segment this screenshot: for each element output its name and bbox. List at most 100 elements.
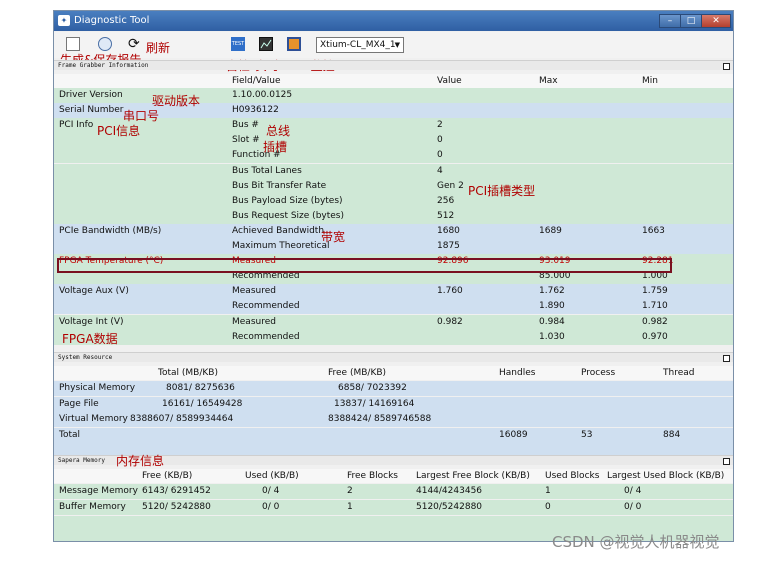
annotation-refresh: 刷新 [146,41,171,55]
system-resource-header-row: Total (MB/KB) Free (MB/KB) Handles Proce… [54,366,733,380]
row-field: Bus Request Size (bytes) [232,210,344,221]
annotation-slot: 插槽 [263,140,288,154]
row-min: 0.982 [642,316,668,327]
minimize-button[interactable]: – [659,14,681,28]
row-thread: 884 [663,429,681,440]
table-row[interactable]: PCIe Bandwidth (MB/s) Achieved Bandwidth 1… [54,223,733,239]
table-row[interactable]: Voltage Aux (V) Measured 1.760 1.762 1.759 [54,284,733,300]
teledyne-icon: ✦ [58,15,70,26]
row-max: 1.762 [539,286,565,297]
row-handles: 16089 [499,429,528,440]
diagnostic-tool-window: ✦ Diagnostic Tool – □ ✕ ⟳ TEST Xtium-CL_… [53,10,734,542]
col-min: Min [642,76,658,86]
table-row[interactable]: Bus Bit Transfer Rate Gen 2 [54,178,733,194]
row-name: Voltage Aux (V) [59,286,129,297]
row-used-blocks: 1 [545,486,551,496]
row-value: 4 [437,165,443,176]
table-row[interactable]: Bus Total Lanes 4 [54,163,733,179]
row-used-blocks: 0 [545,502,551,512]
section-pin-icon[interactable] [723,458,730,465]
row-value: 256 [437,195,455,206]
row-field: Bus # [232,120,259,131]
section-pin-icon[interactable] [723,63,730,70]
row-max: 1.890 [539,301,565,312]
table-row[interactable]: Message Memory 6143/ 6291452 0/ 4 2 4144/424… [54,484,733,499]
col-used-kb: Used (KB/B) [245,471,299,481]
frame-grabber-section-header: Frame Grabber Information [54,60,733,70]
sapera-memory-title: Sapera Memory [58,457,105,464]
watermark: CSDN @视觉人机器视觉 [552,533,720,551]
row-largest-free: 4144/4243456 [416,486,483,496]
title-bar[interactable]: ✦ Diagnostic Tool – □ ✕ [54,11,733,31]
row-field: Bus Payload Size (bytes) [232,195,343,206]
fpga-monitor-icon[interactable] [287,37,301,51]
table-row[interactable]: Voltage Int (V) Measured 0.982 0.984 0.982 [54,314,733,330]
annotation-pci-slot-type: PCI插槽类型 [468,184,536,198]
row-field: Bus Bit Transfer Rate [232,180,327,191]
row-max: 0.984 [539,316,565,327]
row-name: Driver Version [59,90,123,100]
board-select[interactable]: Xtium-CL_MX4_1 ▼ [316,37,404,53]
table-row[interactable]: Physical Memory 8081/ 8275636 6858/ 702339… [54,381,733,396]
row-field: Bus Total Lanes [232,165,302,176]
row-name: Page File [59,398,99,409]
table-row[interactable]: Virtual Memory 8388607/ 8589934464 8388424… [54,412,733,427]
chevron-down-icon: ▼ [394,41,400,49]
col-used-blocks: Used Blocks [545,471,600,481]
table-row[interactable]: Page File 16161/ 16549428 13837/ 14169164 [54,396,733,412]
col-free-blocks: Free Blocks [347,471,398,481]
section-pin-icon[interactable] [723,355,730,362]
annotation-bandwidth: 带宽 [321,230,346,244]
col-max: Max [539,76,558,86]
col-largest-used: Largest Used Block (KB/B) [607,471,725,481]
col-free-kb: Free (KB/B) [142,471,193,481]
row-field: Measured [232,286,276,297]
row-value: 0 [437,150,443,161]
row-largest-used: 0/ 0 [624,502,642,512]
row-field: Maximum Theoretical [232,241,330,251]
monitor-chart-graph [260,39,272,49]
row-free: 5120/ 5242880 [142,502,211,512]
row-field: Slot # [232,135,260,146]
test-button[interactable]: TEST [231,37,245,51]
table-row[interactable]: Bus Payload Size (bytes) 256 [54,193,733,209]
system-resource-title: System Resource [58,354,113,361]
close-button[interactable]: ✕ [701,14,731,28]
annotation-pci-info: PCI信息 [97,124,141,138]
row-name: Virtual Memory [59,414,128,424]
frame-grabber-title: Frame Grabber Information [58,62,149,69]
monitor-chart-icon[interactable] [259,37,273,51]
window-title: Diagnostic Tool [74,15,150,26]
table-row[interactable]: Bus Request Size (bytes) 512 [54,208,733,224]
col-handles: Handles [499,368,536,378]
row-name: PCIe Bandwidth (MB/s) [59,225,162,236]
col-thread: Thread [663,368,695,378]
table-row[interactable]: Total 16089 53 884 [54,427,733,443]
table-row[interactable]: Function #0 [54,148,733,164]
report-icon[interactable] [66,37,80,51]
row-largest-free: 5120/5242880 [416,502,483,512]
sapera-memory-header-row: Free (KB/B) Used (KB/B) Free Blocks Larg… [54,469,733,483]
annotation-driver: 驱动版本 [152,94,201,108]
row-free: 6858/ 7023392 [338,383,407,393]
maximize-button[interactable]: □ [680,14,702,28]
table-row[interactable]: Buffer Memory 5120/ 5242880 0/ 0 1 5120/5242… [54,500,733,515]
row-name: Serial Number [59,105,124,116]
annotation-memory-info: 内存信息 [116,454,165,468]
row-value: 0 [437,135,443,146]
col-field-value: Field/Value [232,76,281,86]
row-min: 0.970 [642,331,668,342]
table-row[interactable]: Recommended 1.030 0.970 [54,329,733,345]
row-value: Gen 2 [437,180,464,191]
table-row[interactable]: Maximum Theoretical 1875 [54,239,733,254]
col-total: Total (MB/KB) [158,368,218,378]
table-row[interactable]: Recommended 1.890 1.710 [54,299,733,315]
save-icon[interactable] [98,37,112,51]
col-largest-free: Largest Free Block (KB/B) [416,471,530,481]
row-free: 13837/ 14169164 [334,398,415,409]
row-field: H0936122 [232,105,279,116]
row-name: Physical Memory [59,383,136,393]
row-free: 8388424/ 8589746588 [328,414,432,424]
table-row[interactable]: Slot # 0 [54,133,733,149]
row-field: Recommended [232,301,300,312]
